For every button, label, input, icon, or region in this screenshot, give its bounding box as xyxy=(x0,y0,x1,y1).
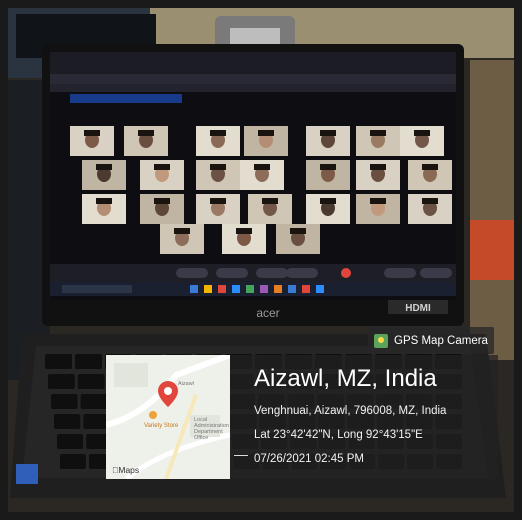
hdmi-label: HDMI xyxy=(405,303,431,314)
taskbar-app-icon xyxy=(288,285,296,293)
keyboard-key xyxy=(54,414,81,429)
svg-text:Aizawl: Aizawl xyxy=(178,381,194,387)
gps-camera-app-icon xyxy=(374,333,388,348)
video-tile xyxy=(248,194,292,224)
video-tile xyxy=(356,126,400,156)
video-tile xyxy=(160,224,204,254)
acer-logo: acer xyxy=(256,306,279,320)
video-tile xyxy=(244,126,288,156)
location-title: Aizawl, MZ, India xyxy=(254,365,437,392)
video-tile xyxy=(306,160,350,190)
location-coordinates: Lat 23°42'42"N, Long 92°43'15"E xyxy=(254,429,423,441)
video-tile xyxy=(196,160,240,190)
taskbar-app-icon xyxy=(246,285,254,293)
keyboard-key xyxy=(60,454,86,469)
video-tile xyxy=(140,194,184,224)
video-tile xyxy=(306,194,350,224)
video-tile xyxy=(240,160,284,190)
keyboard-key xyxy=(80,394,108,409)
meeting-control-button xyxy=(216,268,248,278)
gps-camera-tag: GPS Map Camera xyxy=(368,327,494,354)
end-call-icon xyxy=(341,268,351,278)
keyboard-key xyxy=(51,394,78,409)
video-tile xyxy=(276,224,320,254)
map-thumbnail: Aizawl Local Administration Department O… xyxy=(106,355,230,479)
video-tile xyxy=(70,126,114,156)
svg-text:Variety Store: Variety Store xyxy=(144,423,179,429)
capture-timestamp: 07/26/2021 02:45 PM xyxy=(254,453,364,465)
video-tile xyxy=(400,126,444,156)
taskbar-app-icon xyxy=(260,285,268,293)
taskbar-app-icon xyxy=(218,285,226,293)
video-tile xyxy=(306,126,350,156)
taskbar-app-icon xyxy=(316,285,324,293)
video-tile xyxy=(140,160,184,190)
map-attribution: Maps xyxy=(112,465,139,475)
taskbar-app-icon xyxy=(204,285,212,293)
video-tile xyxy=(82,194,126,224)
timestamp-divider xyxy=(234,455,248,456)
keyboard-key xyxy=(77,374,105,389)
keyboard-key xyxy=(57,434,84,449)
video-tile xyxy=(196,126,240,156)
taskbar-app-icon xyxy=(190,285,198,293)
meeting-control-button xyxy=(256,268,288,278)
keyboard-key xyxy=(75,354,102,369)
meeting-control-button xyxy=(286,268,318,278)
video-tile xyxy=(408,160,452,190)
gps-camera-app-name: GPS Map Camera xyxy=(394,334,488,347)
meeting-control-button xyxy=(176,268,208,278)
video-tile xyxy=(82,160,126,190)
video-tile xyxy=(356,160,400,190)
taskbar-app-icon xyxy=(302,285,310,293)
keyboard-key xyxy=(45,354,72,369)
taskbar-app-icon xyxy=(232,285,240,293)
meeting-control-button xyxy=(420,268,452,278)
taskbar-app-icon xyxy=(274,285,282,293)
meeting-control-button xyxy=(384,268,416,278)
video-tile xyxy=(222,224,266,254)
video-tile xyxy=(196,194,240,224)
svg-text:Office: Office xyxy=(194,435,208,441)
geo-info-panel: Aizawl Local Administration Department O… xyxy=(106,355,498,479)
keyboard-key xyxy=(48,374,75,389)
map-pin-icon xyxy=(158,381,178,407)
location-address: Venghnuai, Aizawl, 796008, MZ, India xyxy=(254,405,447,417)
video-tile xyxy=(356,194,400,224)
video-tile xyxy=(124,126,168,156)
video-tile xyxy=(408,194,452,224)
